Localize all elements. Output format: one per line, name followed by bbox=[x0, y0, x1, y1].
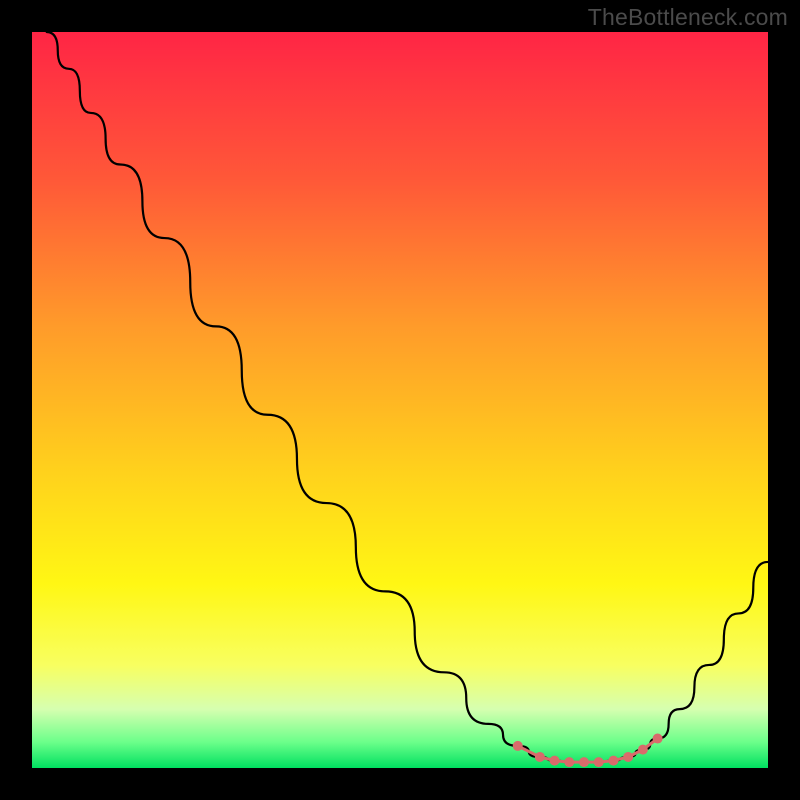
watermark-text: TheBottleneck.com bbox=[588, 4, 788, 31]
optimal-zone-markers-point bbox=[550, 756, 560, 766]
optimal-zone-markers-point bbox=[513, 741, 523, 751]
chart-plot-area bbox=[32, 32, 768, 768]
optimal-zone-markers-point bbox=[623, 752, 633, 762]
optimal-zone-markers-point bbox=[579, 757, 589, 767]
gradient-background bbox=[32, 32, 768, 768]
chart-frame: TheBottleneck.com bbox=[0, 0, 800, 800]
optimal-zone-markers-point bbox=[653, 734, 663, 744]
optimal-zone-markers-point bbox=[638, 745, 648, 755]
optimal-zone-markers-point bbox=[535, 752, 545, 762]
optimal-zone-markers-point bbox=[594, 757, 604, 767]
optimal-zone-markers-point bbox=[608, 756, 618, 766]
optimal-zone-markers-point bbox=[564, 757, 574, 767]
chart-svg bbox=[32, 32, 768, 768]
